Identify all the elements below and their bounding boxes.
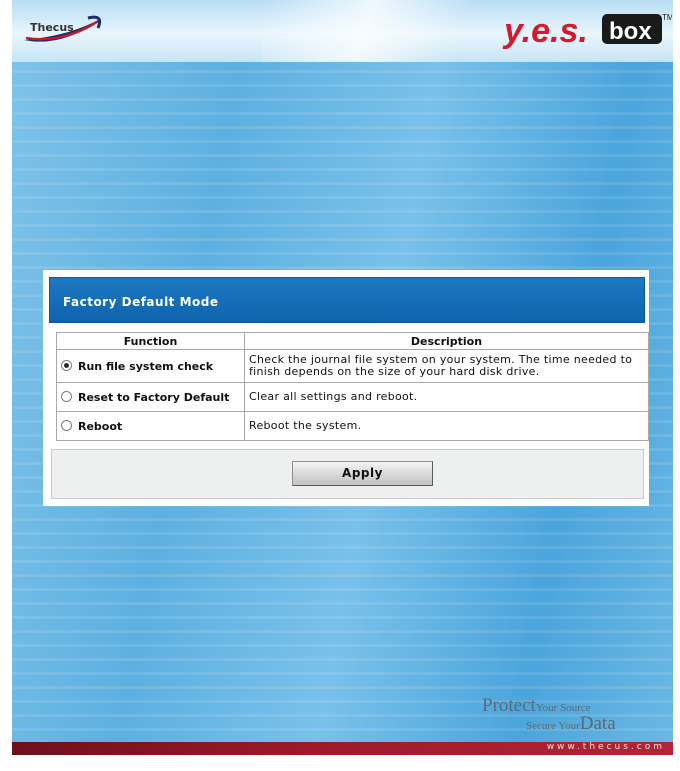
function-label: Reset to Factory Default	[78, 390, 230, 404]
slogan-secure-your: Secure Your	[526, 720, 580, 732]
description-cell: Check the journal file system on your sy…	[244, 349, 649, 383]
radio-unchecked-icon[interactable]	[61, 420, 72, 431]
slogan: ProtectYour Source Secure YourData	[482, 695, 642, 737]
background: Thecus y.e.s. box TM Factory Default Mod…	[12, 0, 673, 755]
header-stripe	[262, 0, 522, 62]
options-table: Function Description Run file system che…	[56, 332, 649, 441]
radio-checked-icon[interactable]	[61, 360, 72, 371]
slogan-line-2: Secure YourData	[526, 713, 616, 735]
function-cell[interactable]: Run file system check	[56, 349, 245, 383]
panel-title: Factory Default Mode	[63, 295, 219, 309]
slogan-data: Data	[579, 713, 616, 734]
column-header-function: Function	[56, 332, 245, 350]
table-row[interactable]: Reset to Factory Default Clear all setti…	[56, 382, 649, 412]
trademark-text: TM	[662, 13, 672, 22]
radio-unchecked-icon[interactable]	[61, 391, 72, 402]
footer-bar: www.thecus.com	[12, 742, 673, 755]
function-label: Run file system check	[78, 359, 214, 373]
apply-area: Apply	[51, 449, 644, 499]
apply-button[interactable]: Apply	[292, 461, 433, 486]
function-cell[interactable]: Reboot	[56, 411, 245, 441]
function-label: Reboot	[78, 419, 123, 433]
options-table-wrapper: Function Description Run file system che…	[56, 332, 649, 441]
factory-default-panel: Factory Default Mode Function Descriptio…	[43, 270, 649, 506]
panel-title-bar: Factory Default Mode	[49, 277, 645, 323]
description-cell: Reboot the system.	[244, 411, 649, 441]
header-banner: Thecus y.e.s. box TM	[12, 0, 673, 62]
box-logo-text: box	[609, 18, 652, 45]
footer-url[interactable]: www.thecus.com	[547, 742, 665, 752]
svg-text:y.e.s.: y.e.s.	[502, 12, 588, 50]
thecus-brand-text: Thecus	[30, 21, 74, 34]
yes-box-logo-icon: y.e.s. box TM	[502, 12, 672, 50]
table-row[interactable]: Run file system check Check the journal …	[56, 349, 649, 383]
function-cell[interactable]: Reset to Factory Default	[56, 382, 245, 412]
table-row[interactable]: Reboot Reboot the system.	[56, 411, 649, 441]
description-cell: Clear all settings and reboot.	[244, 382, 649, 412]
column-header-description: Description	[244, 332, 649, 350]
